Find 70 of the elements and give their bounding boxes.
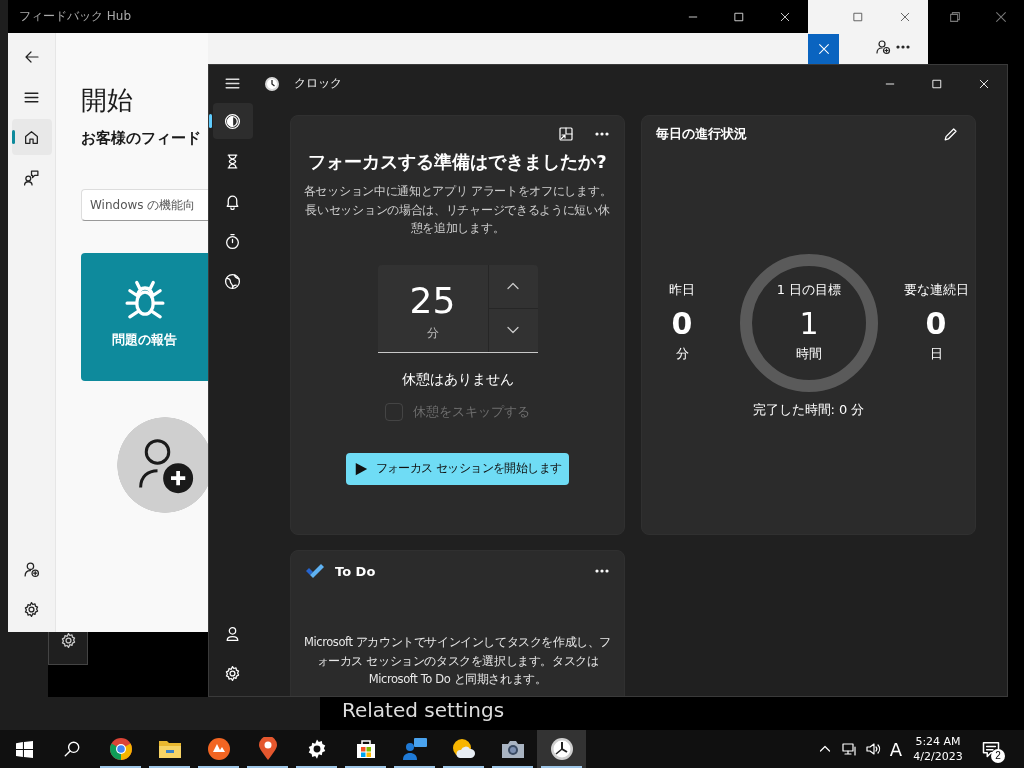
stat-unit: 時間 [796,345,822,363]
map-pin-icon [257,737,278,761]
mini-view-icon[interactable] [558,126,574,142]
search-icon [63,740,81,758]
report-tile[interactable]: 問題の報告 [81,253,208,381]
nav-item[interactable] [11,119,52,155]
close-icon[interactable] [977,77,990,90]
pencil-icon[interactable] [942,125,959,143]
play-icon [353,461,368,476]
breaks-text: 休憩はありません [401,369,514,389]
start-focus-button[interactable]: フォーカス セッションを開始します [346,452,569,485]
camera-icon [500,739,525,759]
stat-value: 1 [799,305,819,343]
close-button[interactable] [808,34,839,64]
notification-count: 2 [991,749,1005,763]
shopping-bag-icon [354,738,377,760]
card-title: フォーカスする準備はできましたか? [308,150,607,174]
card-title: 毎日の進行状況 [656,125,747,143]
close-icon[interactable] [779,10,791,23]
settings-icon[interactable] [59,632,77,649]
page-heading: 開始 [81,84,133,117]
maximize-icon[interactable] [733,10,745,23]
close-icon [816,42,831,56]
section-heading: お客様のフィード [81,128,201,149]
section-heading: Related settings [342,698,505,722]
person-icon [224,624,241,642]
chat-person-icon [23,168,40,186]
arrow-left-icon [23,49,40,65]
focus-icon [224,112,241,130]
stat-label: 1 日の目標 [776,281,842,299]
home-icon [23,128,40,146]
chrome-icon [108,737,133,761]
globe-icon [224,272,241,290]
stat-value: 0 [671,305,693,343]
speaker-icon [865,741,881,757]
minutes-value: 25 [409,278,456,323]
windows-logo-icon [15,740,33,758]
nav-item[interactable] [212,103,253,139]
card-title: To Do [335,563,377,579]
app-icon [264,75,280,92]
window-title: クロック [294,75,343,92]
clock-icon [549,737,574,761]
completed-time: 完了した時間: 0 分 [751,401,866,419]
card-message: Microsoft アカウントでサインインしてタスクを作成し、フォーカス セッションのタスクを選択します。タスクは Microsoft To Do と同期されます。 [302,634,613,688]
people-chat-icon [401,737,428,761]
clock-button[interactable]: 5:24 AM 4/2/2023 [907,730,969,768]
maximize-icon[interactable] [930,77,943,90]
stat-unit: 分 [675,345,689,363]
window-title: フィードバック Hub [18,8,133,25]
stat-unit: 日 [929,345,943,363]
restore-icon[interactable] [948,10,962,24]
settings-icon [23,600,40,618]
settings-icon [224,664,241,682]
check-icon [305,563,325,579]
minutes-unit: 分 [426,324,439,342]
folder-icon [157,738,182,760]
network-icon [841,741,857,757]
taskbar-app[interactable] [537,730,586,768]
card-description: 各セッション中に通知とアプリ アラートをオフにします。長いセッションの場合は、リチャージできるように短い休憩を追加します。 [302,183,613,237]
notification-button[interactable]: 2 [969,730,1013,768]
stopwatch-icon [224,232,241,250]
stat-label: 要な連続日 [903,281,969,299]
input-indicator[interactable]: A [885,730,907,768]
app-icon [206,737,231,761]
person-add-icon [23,560,40,578]
person-add-icon[interactable] [875,39,891,55]
stat-label: 昨日 [669,281,695,299]
sun-cloud-icon [450,737,477,761]
search-field[interactable]: Windows の機能向 [81,189,208,221]
stat-value: 0 [925,305,947,343]
